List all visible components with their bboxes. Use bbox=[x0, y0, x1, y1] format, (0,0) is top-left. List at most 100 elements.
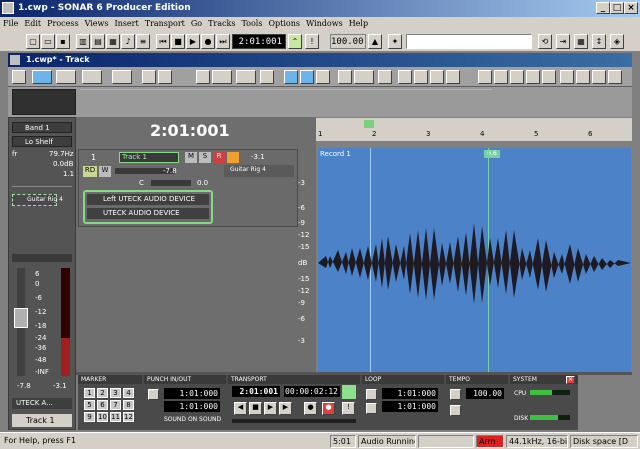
menu-tools[interactable]: Tools bbox=[238, 17, 265, 31]
loop-set-icon[interactable] bbox=[366, 403, 377, 414]
fx-icon[interactable] bbox=[398, 70, 412, 84]
now-time-marker-icon[interactable] bbox=[364, 120, 374, 128]
menu-process[interactable]: Process bbox=[44, 17, 81, 31]
transport-record-icon[interactable]: ● bbox=[304, 402, 317, 415]
read-automation-button[interactable]: RD bbox=[83, 166, 97, 177]
loop-tool-icon[interactable] bbox=[212, 70, 232, 84]
marker-dropdown[interactable] bbox=[406, 34, 532, 49]
transport-position-slider[interactable] bbox=[232, 419, 356, 423]
pencil-icon[interactable] bbox=[354, 70, 374, 84]
marker-key-7[interactable]: 7 bbox=[110, 400, 121, 410]
close-control-bar-icon[interactable]: × bbox=[566, 376, 575, 384]
marker-key-12[interactable]: 12 bbox=[123, 412, 134, 422]
move-icon[interactable] bbox=[300, 70, 314, 84]
layout-icon-2[interactable] bbox=[494, 70, 508, 84]
console-view-icon[interactable]: ▥ bbox=[76, 34, 90, 49]
pan-slider[interactable] bbox=[12, 254, 72, 262]
layout-icon-5[interactable] bbox=[542, 70, 556, 84]
eq-type-select[interactable]: Lo Shelf bbox=[12, 136, 72, 147]
alert-icon[interactable]: ! bbox=[305, 34, 319, 49]
loop-out-field[interactable]: 1:01:000 bbox=[382, 401, 438, 412]
marker-key-11[interactable]: 11 bbox=[110, 412, 121, 422]
menu-transport[interactable]: Transport bbox=[142, 17, 188, 31]
marker-key-8[interactable]: 8 bbox=[123, 400, 134, 410]
mute-button[interactable]: M bbox=[185, 152, 197, 163]
loop-toggle-icon[interactable] bbox=[366, 389, 377, 400]
select-tool-icon[interactable] bbox=[56, 70, 76, 84]
graph-icon[interactable] bbox=[430, 70, 444, 84]
zoom-tool-icon[interactable] bbox=[158, 70, 172, 84]
punch-in-field[interactable]: 1:01:000 bbox=[164, 388, 220, 399]
arm-button[interactable]: R bbox=[213, 152, 225, 163]
write-automation-button[interactable]: W bbox=[99, 166, 111, 177]
metronome-button[interactable] bbox=[342, 385, 356, 399]
layout-icon-1[interactable] bbox=[478, 70, 492, 84]
tempo-field[interactable]: 100.00 bbox=[466, 388, 504, 399]
input-select[interactable]: UTECK A... bbox=[12, 398, 72, 409]
input-select[interactable]: Left UTECK AUDIO DEVICE bbox=[87, 194, 209, 205]
open-file-icon[interactable]: ▭ bbox=[41, 34, 55, 49]
auto-scroll-icon[interactable]: ↕ bbox=[592, 34, 606, 49]
track-view-icon[interactable]: ▤ bbox=[91, 34, 105, 49]
menu-insert[interactable]: Insert bbox=[111, 17, 141, 31]
solo-button[interactable]: S bbox=[199, 152, 211, 163]
tempo-tap-icon[interactable]: ▲ bbox=[368, 34, 382, 49]
mute-tool-icon[interactable] bbox=[196, 70, 210, 84]
marker-key-1[interactable]: 1 bbox=[84, 388, 95, 398]
audio-engine-icon[interactable]: ◈ bbox=[610, 34, 624, 49]
pan-slider-track[interactable] bbox=[151, 180, 191, 186]
transport-arm-icon[interactable]: ● bbox=[322, 402, 335, 415]
metronome-icon[interactable]: ⌃ bbox=[288, 34, 302, 49]
snap-grid-button[interactable] bbox=[112, 70, 132, 84]
tempo-field[interactable]: 100.00 bbox=[330, 34, 366, 49]
fx-bin[interactable]: Guitar Rig 4 bbox=[224, 165, 294, 177]
fx-slot[interactable]: Guitar Rig 4 bbox=[12, 194, 63, 206]
menu-go[interactable]: Go bbox=[188, 17, 205, 31]
transport-smpte[interactable]: 00:00:02:12 bbox=[284, 386, 340, 397]
bar-icon[interactable] bbox=[446, 70, 460, 84]
layout-icon-9[interactable] bbox=[608, 70, 622, 84]
eq-freq-value[interactable]: 79.7Hz bbox=[49, 150, 74, 158]
eq-band-select[interactable]: Band 1 bbox=[12, 122, 72, 133]
save-icon[interactable]: ▪ bbox=[56, 34, 70, 49]
smart-tool-icon[interactable] bbox=[32, 70, 52, 84]
marker-key-10[interactable]: 10 bbox=[97, 412, 108, 422]
zoom-icon[interactable] bbox=[236, 70, 256, 84]
crosshair-icon[interactable] bbox=[284, 70, 298, 84]
transport-stop-icon[interactable]: ■ bbox=[249, 402, 262, 415]
menu-file[interactable]: File bbox=[0, 17, 21, 31]
draw-tool-icon[interactable] bbox=[82, 70, 102, 84]
volume-fader[interactable] bbox=[14, 308, 28, 328]
loop-in-field[interactable]: 1:01:000 bbox=[382, 388, 438, 399]
marker-flag[interactable]: 6.6 bbox=[484, 150, 500, 158]
menu-views[interactable]: Views bbox=[82, 17, 112, 31]
transport-ffwd-icon[interactable]: ▶ bbox=[279, 402, 292, 415]
tempo-tap-button[interactable] bbox=[450, 389, 461, 400]
check-icon[interactable] bbox=[378, 70, 392, 84]
layout-icon-7[interactable] bbox=[576, 70, 590, 84]
menu-windows[interactable]: Windows bbox=[303, 17, 346, 31]
layout-icon-3[interactable] bbox=[510, 70, 524, 84]
tempo-map-icon[interactable] bbox=[450, 405, 461, 416]
staff-view-icon[interactable]: ♪ bbox=[121, 34, 135, 49]
image-icon[interactable] bbox=[414, 70, 428, 84]
loop-icon[interactable]: ⟲ bbox=[538, 34, 552, 49]
punch-icon[interactable]: ⇥ bbox=[556, 34, 570, 49]
play-icon[interactable]: ▶ bbox=[186, 34, 200, 49]
menu-tracks[interactable]: Tracks bbox=[205, 17, 238, 31]
rewind-to-start-icon[interactable]: ⏮ bbox=[156, 34, 170, 49]
now-time-display[interactable]: 2:01:001 bbox=[232, 34, 286, 49]
marker-key-3[interactable]: 3 bbox=[110, 388, 121, 398]
minimize-button[interactable]: _ bbox=[596, 2, 610, 14]
eq-q-value[interactable]: 1.1 bbox=[63, 170, 74, 178]
transport-rewind-icon[interactable]: ◀ bbox=[234, 402, 247, 415]
timeline-ruler[interactable]: 1 2 3 4 5 6 bbox=[316, 118, 632, 142]
envelope-tool-icon[interactable] bbox=[142, 70, 156, 84]
marker-key-5[interactable]: 5 bbox=[84, 400, 95, 410]
audio-clip[interactable]: Record 1 6.6 bbox=[318, 148, 631, 372]
stop-icon[interactable]: ■ bbox=[171, 34, 185, 49]
menu-edit[interactable]: Edit bbox=[21, 17, 44, 31]
punch-toggle-icon[interactable] bbox=[148, 389, 159, 400]
layout-icon-6[interactable] bbox=[560, 70, 574, 84]
record-icon[interactable]: ● bbox=[201, 34, 215, 49]
